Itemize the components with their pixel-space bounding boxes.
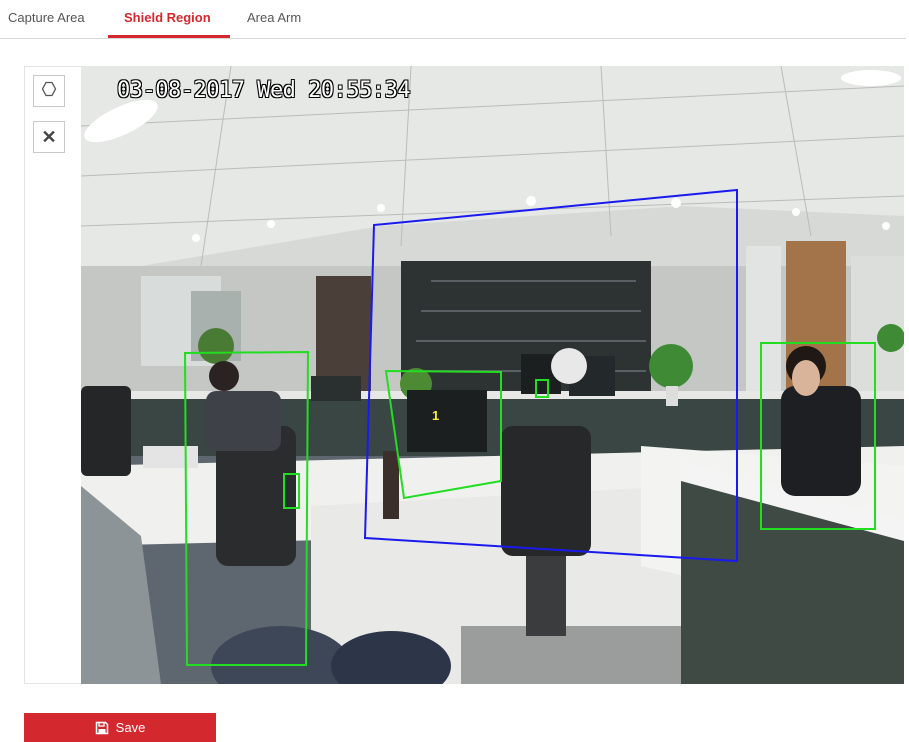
tab-shield-region[interactable]: Shield Region — [124, 10, 211, 25]
tab-bar: Capture Area Shield Region Area Arm — [0, 0, 906, 39]
tab-area-arm[interactable]: Area Arm — [247, 10, 301, 25]
tab-capture-area[interactable]: Capture Area — [8, 10, 85, 25]
hexagon-icon — [41, 81, 57, 102]
floppy-disk-icon — [95, 721, 109, 735]
close-icon: ✕ — [41, 126, 57, 147]
save-button[interactable]: Save — [24, 713, 216, 742]
office-scene-image — [81, 66, 904, 684]
clear-region-button[interactable]: ✕ — [33, 121, 65, 153]
save-button-label: Save — [115, 720, 146, 735]
detection-region-label: 1 — [432, 408, 440, 423]
active-tab-indicator — [108, 35, 230, 38]
live-video-feed[interactable]: 03-08-2017 Wed 20:55:34 1 — [81, 66, 904, 684]
osd-timestamp: 03-08-2017 Wed 20:55:34 — [117, 78, 411, 103]
draw-region-button[interactable] — [33, 75, 65, 107]
